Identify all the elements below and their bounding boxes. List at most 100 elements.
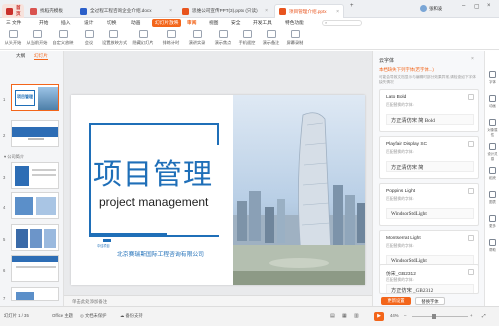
cloud-font-panel: 云字体 × 本档缺失下列字体(若字体...) 可能会导致文档显示与编辑时部分效果… bbox=[372, 51, 484, 306]
zoom-in-icon[interactable]: + bbox=[470, 313, 473, 318]
menu-slideshow[interactable]: 幻灯片放映 bbox=[152, 19, 182, 27]
checkbox[interactable] bbox=[468, 269, 474, 275]
focus-button[interactable]: 演示焦点 bbox=[212, 30, 234, 46]
side-chart-button[interactable]: 图表 bbox=[486, 191, 499, 204]
backup-status[interactable]: ☁ 备份支持 bbox=[120, 313, 143, 319]
menu-transition[interactable]: 切换 bbox=[104, 19, 119, 27]
menu-insert[interactable]: 插入 bbox=[58, 19, 73, 27]
reading-view-icon[interactable]: ▥ bbox=[354, 313, 359, 319]
window-close-icon[interactable]: × bbox=[487, 3, 491, 9]
menu-design[interactable]: 设计 bbox=[81, 19, 96, 27]
rehearse-button[interactable]: 排练计时 bbox=[160, 30, 182, 46]
from-start-button[interactable]: 从头开始 bbox=[2, 30, 24, 46]
tab-home[interactable]: 首页 bbox=[2, 4, 24, 18]
meeting-button[interactable]: 会议 bbox=[78, 30, 100, 46]
checkbox[interactable] bbox=[468, 188, 474, 194]
font-preview-select[interactable]: 方正仿宋 _GB2312 bbox=[386, 284, 474, 293]
menu-home[interactable]: 开始 bbox=[36, 19, 51, 27]
side-docer-button[interactable]: 稻壳 bbox=[486, 167, 499, 180]
company-name[interactable]: 北京赛瑞斯国际工程咨询有限公司 bbox=[117, 249, 204, 258]
close-icon[interactable]: × bbox=[166, 8, 172, 14]
slide-thumbnail-6[interactable] bbox=[11, 255, 59, 282]
update-settings-button[interactable]: 更新设置 bbox=[381, 297, 411, 305]
tab-pptx-active[interactable]: 项目管理介绍.pptx × bbox=[274, 4, 344, 18]
minimize-icon[interactable]: – bbox=[462, 3, 465, 9]
font-preview-select[interactable]: WindsorStdLight bbox=[386, 208, 474, 219]
from-current-button[interactable]: 从当前开始 bbox=[26, 30, 48, 46]
checkbox[interactable] bbox=[468, 235, 474, 241]
slide-thumbnail-4[interactable] bbox=[11, 192, 59, 219]
font-preview-select[interactable]: 方正清仿宋 简 bbox=[386, 161, 474, 172]
tab-slides[interactable]: 幻灯片 bbox=[34, 53, 48, 60]
zoom-slider[interactable] bbox=[412, 316, 468, 317]
panel-close-icon[interactable]: × bbox=[471, 56, 474, 62]
menu-devtools[interactable]: 开发工具 bbox=[250, 19, 275, 27]
font-sub: 匹配替换的字体: bbox=[386, 278, 414, 282]
maximize-icon[interactable]: ▢ bbox=[474, 3, 480, 10]
section-label[interactable]: ▾ 公司简介 bbox=[4, 154, 24, 160]
notes-button[interactable]: 演示备注 bbox=[260, 30, 282, 46]
search-box[interactable]: ⌕ bbox=[322, 20, 362, 26]
timer-icon bbox=[166, 30, 176, 38]
zoom-out-icon[interactable]: – bbox=[404, 313, 406, 318]
building-photo[interactable] bbox=[233, 95, 365, 285]
checkbox[interactable] bbox=[468, 94, 474, 100]
menu-file[interactable]: 三 文件 bbox=[3, 19, 24, 27]
slide-thumbnail-2[interactable] bbox=[11, 120, 59, 147]
menu-special[interactable]: 特色功能 bbox=[282, 19, 307, 27]
side-design-button[interactable]: 设计灵感 bbox=[486, 143, 499, 161]
side-animation-button[interactable]: 动画 bbox=[486, 95, 499, 108]
font-preview-select[interactable]: 方正清仿宋 简 Bold bbox=[386, 114, 474, 125]
custom-show-button[interactable]: 自定义放映 bbox=[52, 30, 74, 46]
animation-icon bbox=[489, 95, 496, 102]
tab-pptx-readonly[interactable]: 思维公司宣传PPT(3).pptx (只读) × bbox=[178, 4, 272, 18]
normal-view-icon[interactable]: ▤ bbox=[330, 313, 335, 319]
tool-label: 从当前开始 bbox=[26, 40, 48, 45]
slide-thumbnail-3[interactable] bbox=[11, 162, 59, 189]
record-icon bbox=[192, 30, 202, 38]
ribbon-toolbar: 从头开始 从当前开始 自定义放映 会议 设置放映方式 隐藏幻灯片 排练计时 演讲… bbox=[0, 28, 499, 50]
new-tab-icon[interactable]: + bbox=[350, 3, 354, 9]
slide-number: 3 bbox=[3, 175, 6, 180]
show-settings-button[interactable]: 设置放映方式 bbox=[102, 30, 127, 46]
checkbox[interactable] bbox=[468, 141, 474, 147]
font-card[interactable]: Playfair Display SC 匹配替换的字体: 方正清仿宋 简 bbox=[379, 136, 479, 179]
slide-title[interactable]: 项目管理 bbox=[93, 151, 213, 193]
tab-template[interactable]: 找稻壳模板 bbox=[26, 4, 72, 18]
zoom-slider-thumb[interactable] bbox=[432, 314, 436, 319]
hide-slide-button[interactable]: 隐藏幻灯片 bbox=[132, 30, 154, 46]
notes-pane[interactable]: 单击此处添加备注 bbox=[64, 295, 372, 306]
focus-icon bbox=[218, 30, 228, 38]
side-more-button[interactable]: 更多 bbox=[486, 215, 499, 228]
side-help-button[interactable]: 帮助 bbox=[486, 239, 499, 252]
side-font-button[interactable]: 字体 bbox=[486, 71, 499, 84]
zoom-level[interactable]: 44% bbox=[390, 313, 399, 318]
doc-protect[interactable]: ◎ 文档未保护 bbox=[80, 313, 106, 319]
avatar bbox=[420, 5, 427, 12]
menu-view[interactable]: 视图 bbox=[206, 19, 221, 27]
screen-record-button[interactable]: 屏幕录制 bbox=[284, 30, 306, 46]
slide-thumbnail-5[interactable] bbox=[11, 224, 59, 251]
font-card[interactable]: Poppins Light 匹配替换的字体: WindsorStdLight bbox=[379, 183, 479, 226]
replace-font-button[interactable]: 替换字体 bbox=[415, 297, 445, 305]
close-icon[interactable]: × bbox=[333, 9, 339, 15]
slide-thumbnail-7[interactable] bbox=[11, 287, 59, 301]
play-slideshow-button[interactable]: ▶ bbox=[374, 312, 384, 321]
tab-outline[interactable]: 大纲 bbox=[16, 53, 25, 59]
slide-thumbnail-1[interactable]: 项目管理 bbox=[11, 84, 59, 111]
font-card[interactable]: 仿宋_GB2312 匹配替换的字体: 方正仿宋 _GB2312 bbox=[379, 264, 479, 294]
menu-review[interactable]: 审阅 bbox=[184, 19, 199, 27]
menu-security[interactable]: 安全 bbox=[228, 19, 243, 27]
current-slide[interactable]: 项目管理 project management 中佳项目 北京赛瑞斯国际工程咨询… bbox=[71, 95, 365, 285]
user-area[interactable]: 张和凌 bbox=[420, 5, 442, 12]
font-card[interactable]: Lato Bold 匹配替换的字体: 方正清仿宋 简 Bold bbox=[379, 89, 479, 132]
side-properties-button[interactable]: 对象属性 bbox=[486, 119, 499, 137]
fit-window-icon[interactable]: ⤢ bbox=[482, 313, 485, 318]
tab-docx[interactable]: 全过程工程咨询企业介绍.docx × bbox=[76, 4, 176, 18]
record-talk-button[interactable]: 演讲实录 bbox=[186, 30, 208, 46]
close-icon[interactable]: × bbox=[262, 8, 268, 14]
phone-remote-button[interactable]: 手机遥控 bbox=[236, 30, 258, 46]
menu-animation[interactable]: 动画 bbox=[128, 19, 143, 27]
sorter-view-icon[interactable]: ▦ bbox=[342, 313, 347, 319]
slide-subtitle[interactable]: project management bbox=[99, 195, 208, 209]
